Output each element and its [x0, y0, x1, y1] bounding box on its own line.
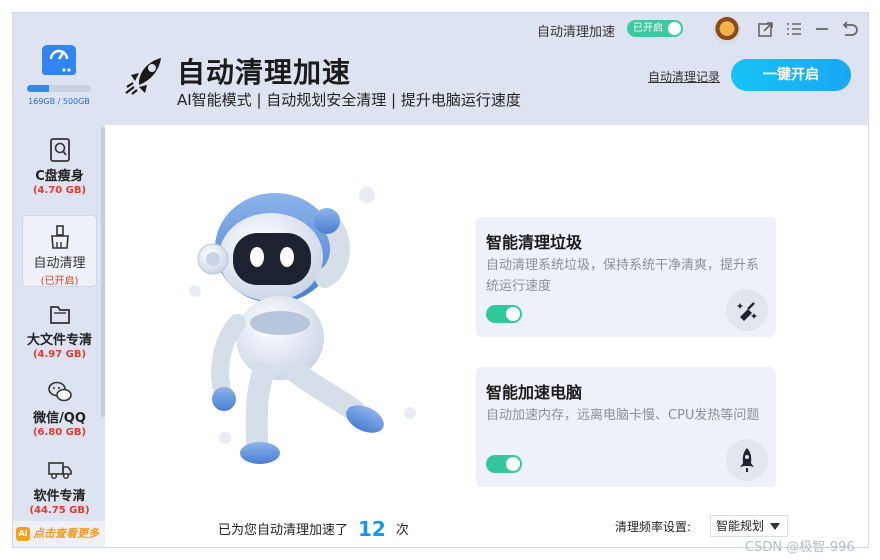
boost-count-suffix: 次	[395, 523, 409, 538]
sidebar-item-software[interactable]: 软件专清 (44.75 GB)	[22, 449, 97, 521]
toggle-knob	[506, 457, 520, 471]
page-header: 自动清理加速 AI智能模式 | 自动规划安全清理 | 提升电脑运行速度 自动清理…	[105, 45, 868, 125]
disk-usage-fill	[27, 85, 49, 92]
titlebar-status-text: 已开启	[633, 23, 663, 34]
avatar[interactable]	[713, 16, 741, 44]
disk-usage-bar	[27, 85, 91, 92]
menu-icon[interactable]	[784, 19, 804, 39]
title-bar: 自动清理加速 已开启	[13, 13, 868, 45]
smart-boost-toggle[interactable]	[486, 455, 522, 473]
frequency-selected-value: 智能规划	[716, 519, 765, 533]
card-title: 智能加速电脑	[486, 383, 583, 402]
sidebar-item-label: 微信/QQ	[33, 411, 86, 426]
share-icon[interactable]	[756, 19, 776, 39]
ai-icon: Ai	[16, 527, 30, 541]
card-description: 自动清理系统垃圾，保持系统干净清爽，提升系统运行速度	[486, 258, 760, 294]
card-description: 自动加速内存，远离电脑卡慢、CPU发热等问题	[486, 408, 760, 423]
boost-count-prefix: 已为您自动清理加速了	[218, 523, 349, 538]
disk-usage-panel: 169GB / 500GB	[13, 41, 105, 123]
chat-icon	[47, 381, 72, 402]
sidebar-item-wechat-qq[interactable]: 微信/QQ (6.80 GB)	[22, 371, 97, 443]
sidebar-item-label: 大文件专清	[26, 333, 92, 348]
back-icon[interactable]	[839, 19, 859, 39]
sidebar-item-label: 自动清理	[33, 256, 86, 271]
folder-icon	[49, 306, 70, 324]
main-content: 智能清理垃圾 自动清理系统垃圾，保持系统干净清爽，提升系统运行速度 智能加速电脑…	[105, 125, 868, 547]
view-more-text: 点击查看更多	[33, 527, 99, 540]
rocket-icon	[726, 439, 768, 481]
frequency-select[interactable]: 智能规划	[710, 515, 788, 537]
truck-icon	[47, 462, 72, 480]
sidebar-item-size: (6.80 GB)	[32, 427, 87, 438]
view-more-link[interactable]: Ai 点击查看更多	[13, 521, 105, 547]
sidebar-item-size: (4.70 GB)	[32, 185, 87, 196]
app-window: 自动清理加速 已开启 169GB / 500GB 自动清理加速 AI智能模式 |…	[12, 12, 869, 548]
sidebar-item-c-drive[interactable]: C盘瘦身 (4.70 GB)	[22, 129, 97, 201]
sparkle-broom-icon	[726, 289, 768, 331]
frequency-label: 清理频率设置:	[615, 520, 692, 534]
cleaning-record-link[interactable]: 自动清理记录	[648, 68, 720, 85]
sidebar-item-auto-clean[interactable]: 自动清理 (已开启)	[22, 215, 97, 287]
card-title: 智能清理垃圾	[486, 233, 583, 252]
page-title: 自动清理加速	[177, 56, 352, 89]
minimize-icon[interactable]	[812, 19, 832, 39]
feature-card-smart-boost: 智能加速电脑 自动加速内存，远离电脑卡慢、CPU发热等问题	[476, 367, 776, 487]
watermark: CSDN @极智-996	[745, 540, 855, 555]
smart-clean-toggle[interactable]	[486, 305, 522, 323]
disk-usage-text: 169GB / 500GB	[28, 97, 90, 106]
page-subtitle: AI智能模式 | 自动规划安全清理 | 提升电脑运行速度	[177, 91, 521, 109]
rocket-logo-icon	[125, 58, 161, 95]
sidebar-item-status: (已开启)	[40, 276, 79, 287]
sidebar-item-label: C盘瘦身	[35, 169, 84, 184]
robot-mascot-illustration	[189, 187, 416, 464]
boost-count-value: 12	[358, 517, 386, 541]
toggle-knob	[506, 307, 520, 321]
titlebar-status-toggle[interactable]: 已开启	[627, 20, 683, 37]
sidebar-item-large-files[interactable]: 大文件专清 (4.97 GB)	[22, 293, 97, 365]
sidebar-item-size: (4.97 GB)	[32, 349, 87, 360]
sidebar-item-size: (44.75 GB)	[29, 505, 90, 516]
titlebar-label: 自动清理加速	[537, 25, 616, 40]
sidebar: C盘瘦身 (4.70 GB) 自动清理 (已开启) 大文件专清 (4.97 GB…	[13, 125, 105, 547]
broom-icon	[50, 225, 69, 249]
toggle-knob	[668, 22, 681, 35]
hard-drive-icon	[42, 45, 76, 75]
disk-scan-icon	[49, 138, 70, 162]
one-click-enable-button[interactable]: 一键开启	[731, 59, 851, 91]
sidebar-item-label: 软件专清	[33, 489, 86, 504]
caret-down-icon	[770, 523, 780, 530]
feature-card-smart-clean: 智能清理垃圾 自动清理系统垃圾，保持系统干净清爽，提升系统运行速度	[476, 217, 776, 337]
boost-count-text: 已为您自动清理加速了 12 次	[218, 515, 409, 541]
